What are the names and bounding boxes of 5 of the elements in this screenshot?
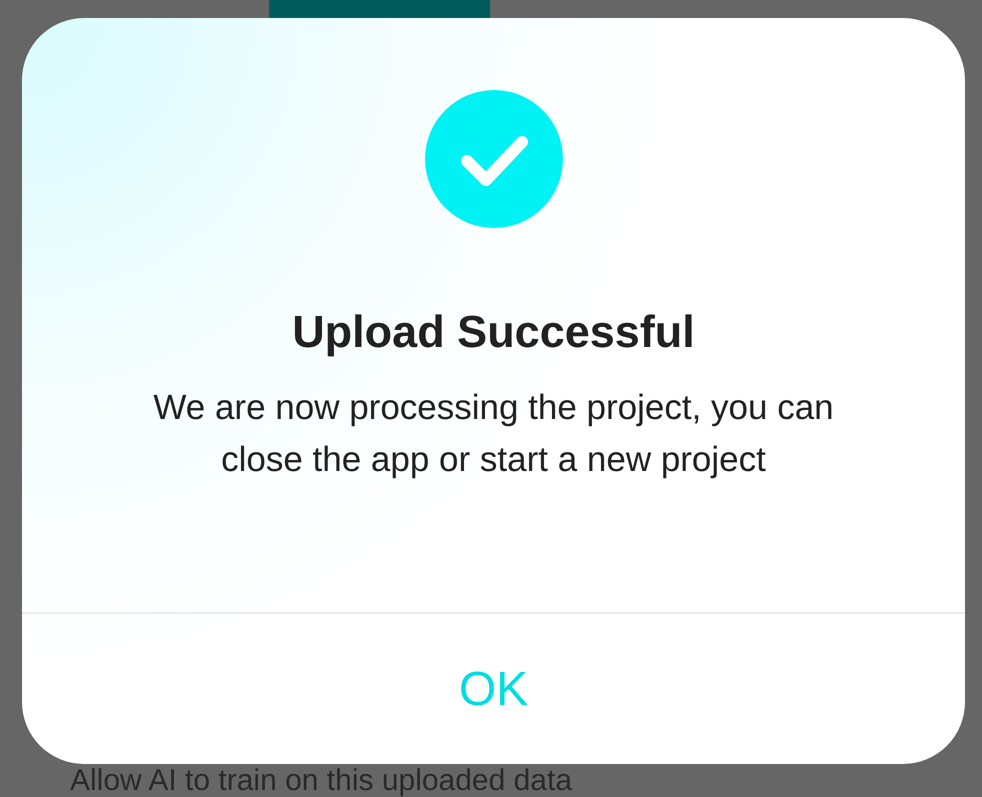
ai-training-label: Allow AI to train on this uploaded data <box>70 766 574 796</box>
ok-button[interactable]: OK <box>22 614 965 764</box>
dialog-title: Upload Successful <box>292 305 695 359</box>
check-circle-icon <box>424 90 562 228</box>
dialog-message: We are now processing the project, you can close the app or start a new project <box>152 387 835 481</box>
